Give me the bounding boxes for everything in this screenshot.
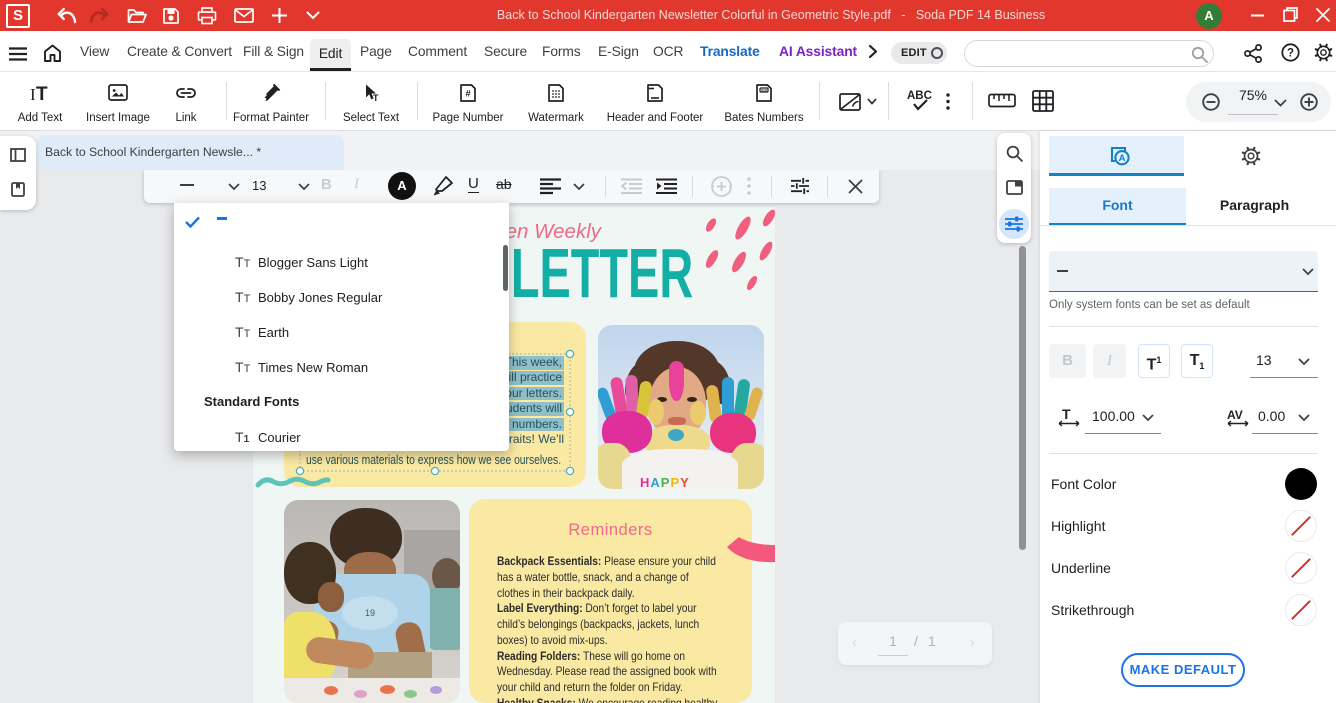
svg-text:?: ? [1287,48,1294,60]
svg-text:AV: AV [1227,408,1243,422]
svg-text:#: # [465,89,471,100]
svg-text:T: T [36,84,48,103]
svg-text:T: T [1062,407,1071,422]
svg-text:ABC: ABC [907,90,932,102]
svg-text:T: T [373,93,379,103]
svg-text:010: 010 [761,88,767,92]
svg-text:A: A [1119,153,1126,164]
